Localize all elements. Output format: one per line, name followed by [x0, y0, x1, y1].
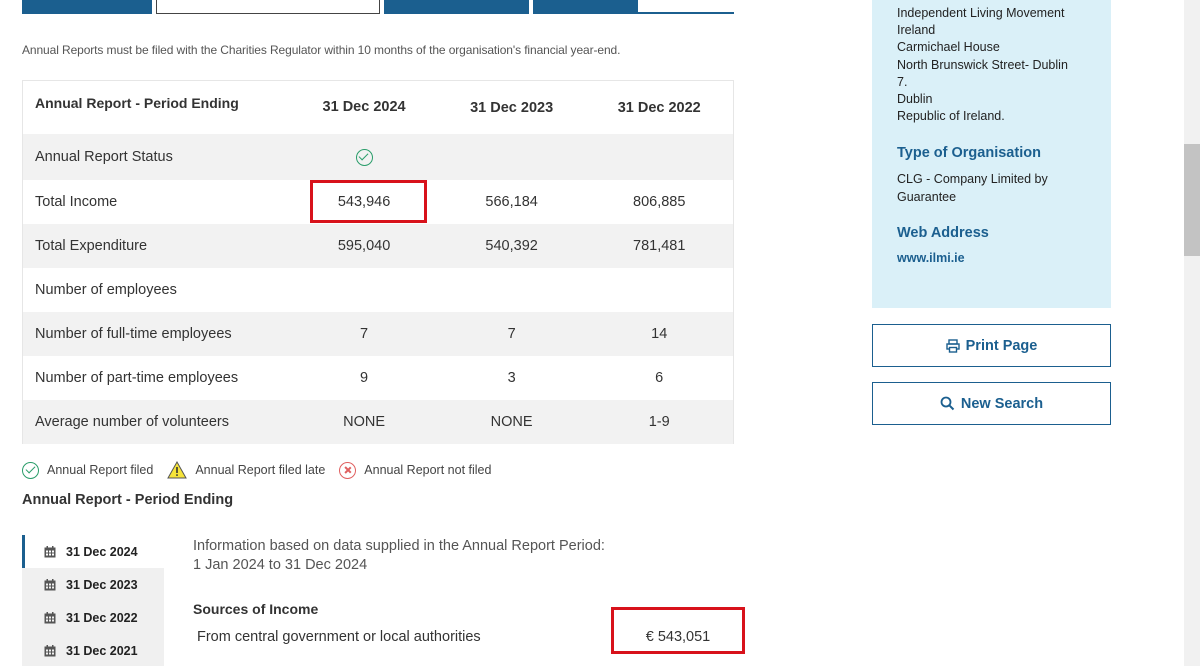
- legend-item-filed: Annual Report filed: [22, 461, 154, 479]
- address-line: Carmichael House: [897, 40, 1000, 55]
- legend-label: Annual Report filed late: [195, 463, 326, 477]
- table-cell: 566,184: [485, 194, 538, 210]
- table-cell: NONE: [490, 414, 533, 430]
- table-cell: 7: [360, 326, 369, 342]
- calendar-icon: [44, 578, 56, 590]
- charity-address: Independent Living Movement Ireland Carm…: [897, 5, 1097, 125]
- year-tab-label: 31 Dec 2021: [66, 643, 138, 658]
- warning-icon: [167, 461, 188, 479]
- table-cell: 9: [360, 370, 369, 386]
- address-line: Republic of Ireland.: [897, 109, 1005, 124]
- row-label: Average number of volunteers: [35, 414, 229, 430]
- year-tab-list: 31 Dec 2024 31 Dec 2023 31 Dec 2022 31 D…: [22, 535, 164, 666]
- web-address-heading: Web Address: [897, 225, 989, 242]
- new-search-label: New Search: [960, 395, 1044, 412]
- table-row: Number of full-time employees 7 7 14: [23, 312, 733, 356]
- filed-check-icon: [355, 148, 373, 166]
- table-cell: 3: [507, 370, 516, 386]
- legend-label: Annual Report not filed: [364, 463, 492, 477]
- table-row: Number of employees: [23, 268, 733, 312]
- period-info-line: Information based on data supplied in th…: [193, 538, 605, 554]
- table-cell: 6: [655, 370, 664, 386]
- table-row: Total Expenditure 595,040 540,392 781,48…: [23, 224, 733, 268]
- table-cell: 14: [651, 326, 668, 342]
- status-cell: [290, 148, 438, 166]
- organisation-type-heading: Type of Organisation: [897, 145, 1041, 162]
- legend-item-late: Annual Report filed late: [167, 461, 325, 479]
- printer-icon: [945, 338, 960, 353]
- period-info: Information based on data supplied in th…: [193, 537, 605, 575]
- address-line: Independent Living Movement: [897, 6, 1065, 20]
- legend-label: Annual Report filed: [47, 463, 154, 477]
- table-header-row: Annual Report - Period Ending 31 Dec 202…: [23, 81, 733, 134]
- column-header: 31 Dec 2023: [470, 99, 554, 116]
- web-address-link[interactable]: www.ilmi.ie: [897, 251, 1111, 265]
- table-row: Average number of volunteers NONE NONE 1…: [23, 400, 733, 444]
- income-source-label: From central government or local authori…: [197, 629, 481, 645]
- table-cell: 806,885: [633, 194, 686, 210]
- row-label: Number of employees: [35, 282, 177, 298]
- period-section-title: Annual Report - Period Ending: [22, 492, 234, 508]
- organisation-type-value: CLG - Company Limited by Guarantee: [897, 172, 1048, 204]
- annual-report-table: Annual Report - Period Ending 31 Dec 202…: [22, 80, 734, 444]
- address-line: 7.: [897, 74, 908, 89]
- income-highlight-box: [310, 180, 427, 223]
- column-header: 31 Dec 2022: [617, 99, 701, 116]
- charity-details-card: Independent Living Movement Ireland Carm…: [872, 0, 1111, 308]
- tab-3[interactable]: [384, 0, 529, 14]
- table-cell: 7: [507, 326, 516, 342]
- column-header: 31 Dec 2024: [290, 81, 438, 134]
- check-circle-icon: [22, 461, 39, 479]
- tab-4[interactable]: [533, 0, 638, 14]
- tab-strip: [22, 0, 734, 14]
- table-cell: 540,392: [485, 238, 538, 254]
- x-circle-icon: [339, 461, 357, 479]
- new-search-button[interactable]: New Search: [872, 382, 1111, 425]
- period-range: 1 Jan 2024 to 31 Dec 2024: [193, 557, 368, 573]
- table-cell: NONE: [343, 414, 385, 430]
- calendar-icon: [44, 611, 56, 623]
- tab-2[interactable]: [156, 0, 380, 14]
- row-label: Number of full-time employees: [35, 326, 232, 342]
- search-icon: [940, 396, 955, 411]
- status-legend: Annual Report filed Annual Report filed …: [22, 461, 505, 479]
- year-tab-2023[interactable]: 31 Dec 2023: [22, 568, 164, 601]
- tab-1[interactable]: [22, 0, 152, 14]
- tab-underline: [638, 12, 734, 14]
- source-highlight-box: [611, 607, 745, 654]
- year-tab-label: 31 Dec 2024: [66, 544, 138, 559]
- year-tab-2024[interactable]: 31 Dec 2024: [22, 535, 164, 568]
- year-tab-2021[interactable]: 31 Dec 2021: [22, 634, 164, 666]
- table-header-label: Annual Report - Period Ending: [35, 95, 239, 111]
- address-line: North Brunswick Street- Dublin: [897, 57, 1068, 72]
- year-tab-2022[interactable]: 31 Dec 2022: [22, 601, 164, 634]
- scrollbar-thumb[interactable]: [1184, 144, 1200, 256]
- table-row: Number of part-time employees 9 3 6: [23, 356, 733, 400]
- row-label: Annual Report Status: [35, 149, 173, 165]
- sources-of-income-title: Sources of Income: [193, 601, 319, 617]
- print-page-label: Print Page: [965, 337, 1038, 354]
- table-cell: 1-9: [648, 414, 670, 430]
- table-cell: 781,481: [633, 238, 686, 254]
- row-label: Total Income: [35, 194, 118, 210]
- row-label: Total Expenditure: [35, 238, 148, 254]
- scrollbar-track[interactable]: [1184, 0, 1200, 666]
- table-row: Annual Report Status: [23, 134, 733, 180]
- filing-notice: Annual Reports must be filed with the Ch…: [22, 43, 621, 57]
- address-line: Dublin: [897, 92, 933, 107]
- legend-item-not-filed: Annual Report not filed: [339, 461, 492, 479]
- address-line: Ireland: [897, 23, 936, 38]
- print-page-button[interactable]: Print Page: [872, 324, 1111, 367]
- table-cell: 595,040: [337, 238, 391, 254]
- year-tab-label: 31 Dec 2022: [66, 610, 138, 625]
- year-tab-label: 31 Dec 2023: [66, 577, 138, 592]
- calendar-icon: [44, 545, 56, 557]
- row-label: Number of part-time employees: [35, 370, 239, 386]
- calendar-icon: [44, 644, 56, 656]
